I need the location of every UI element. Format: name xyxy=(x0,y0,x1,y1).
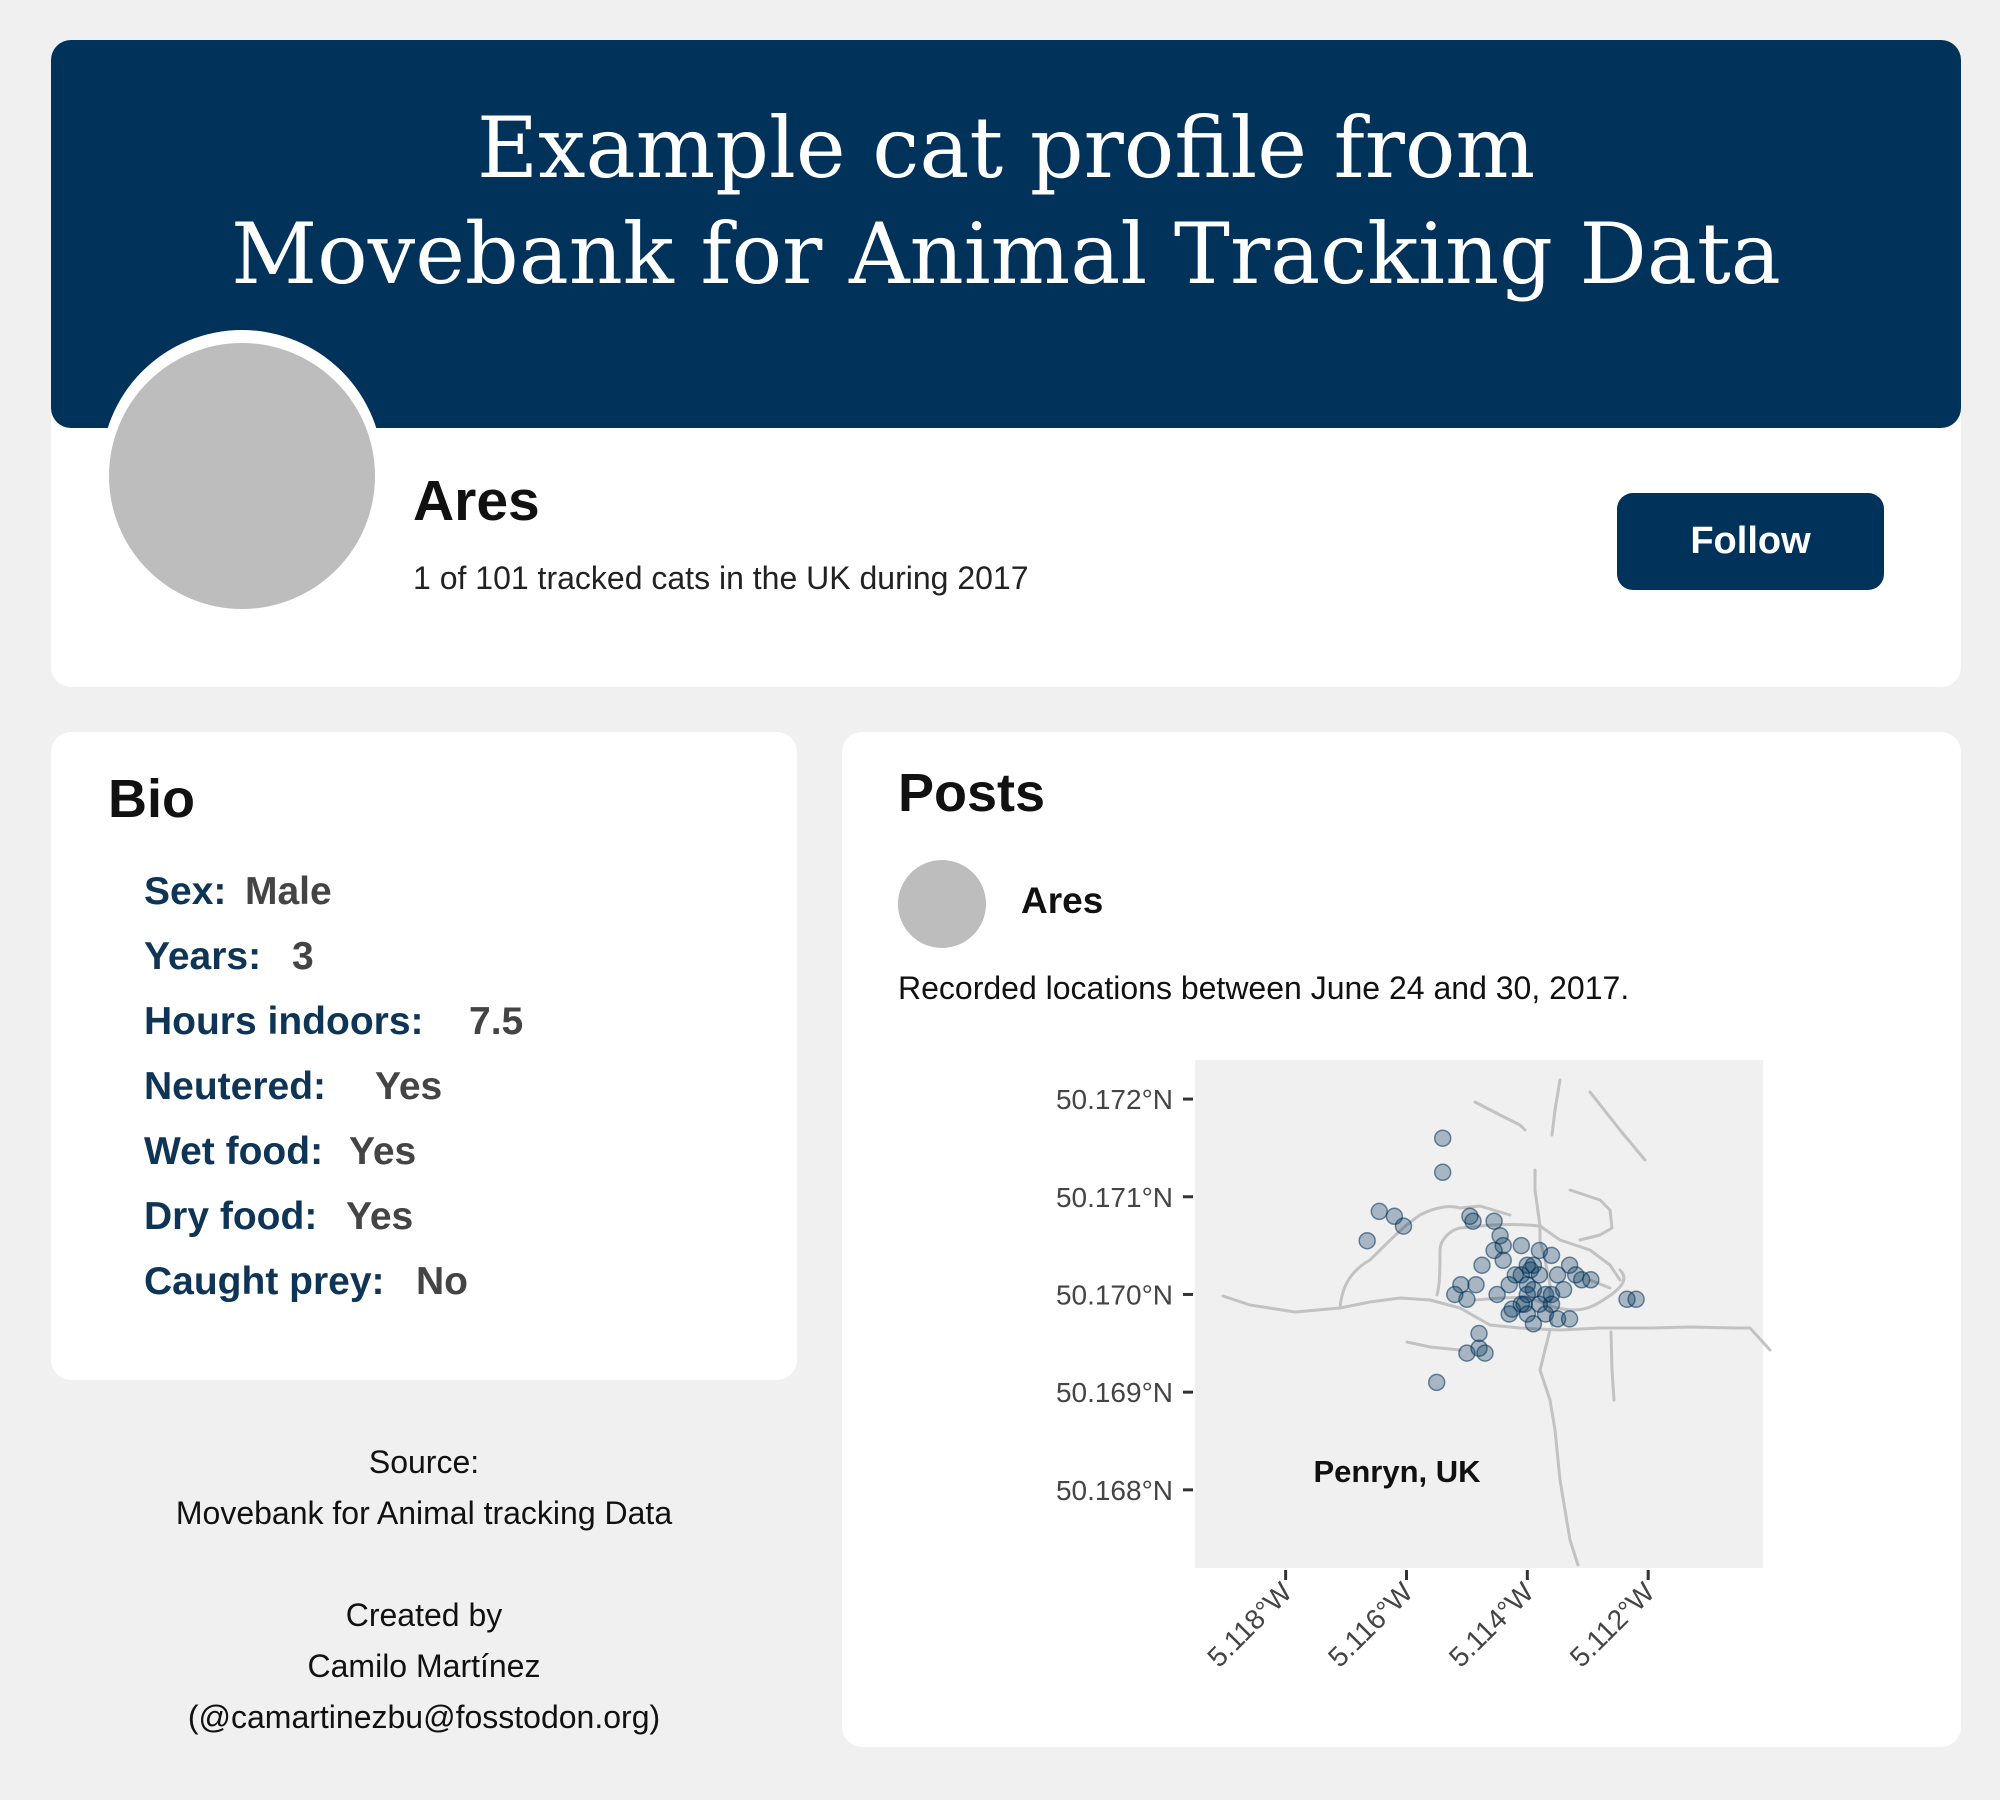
x-tick-label: 5.116°W xyxy=(1322,1576,1419,1673)
x-axis: 5.118°W 5.116°W 5.114°W 5.112°W xyxy=(1201,1570,1661,1673)
location-point xyxy=(1512,1236,1531,1255)
location-point xyxy=(1488,1285,1506,1304)
location-point xyxy=(1542,1246,1561,1265)
location-point xyxy=(1560,1310,1579,1328)
map-annotation: Penryn, UK xyxy=(1313,1454,1481,1489)
avatar[interactable] xyxy=(109,343,375,609)
location-point xyxy=(1464,1212,1482,1230)
source-label: Source: xyxy=(368,1444,480,1480)
posts-heading: Posts xyxy=(898,763,1046,823)
y-tick-label: 50.168°N xyxy=(1056,1475,1173,1506)
location-point xyxy=(1358,1231,1376,1250)
location-point xyxy=(1542,1295,1561,1313)
page-title: Example cat profile from Movebank for An… xyxy=(51,95,1961,307)
post-avatar[interactable] xyxy=(898,860,986,948)
page-title-line-2: Movebank for Animal Tracking Data xyxy=(231,205,1781,303)
bio-value: Male xyxy=(245,870,332,913)
bio-label: Sex: xyxy=(144,870,227,913)
bio-label: Wet food: xyxy=(144,1130,324,1173)
credits: Source: Movebank for Animal tracking Dat… xyxy=(51,1437,797,1743)
location-point xyxy=(1370,1202,1389,1221)
bio-row-sex: Sex: Male xyxy=(144,870,332,920)
y-tick-label: 50.171°N xyxy=(1056,1182,1173,1213)
location-point xyxy=(1473,1256,1491,1274)
location-point xyxy=(1494,1251,1512,1270)
x-tick-label: 5.118°W xyxy=(1201,1576,1298,1673)
created-by-label: Created by xyxy=(345,1597,503,1633)
bio-heading: Bio xyxy=(108,769,195,829)
y-tick-label: 50.170°N xyxy=(1056,1279,1173,1310)
location-point xyxy=(1433,1163,1452,1182)
bio-label: Hours indoors: xyxy=(144,1000,424,1043)
bio-row-wet-food: Wet food: Yes xyxy=(144,1130,416,1180)
credits-spacer xyxy=(51,1539,797,1590)
y-tick-label: 50.172°N xyxy=(1056,1084,1173,1115)
bio-value: No xyxy=(416,1260,468,1303)
location-point xyxy=(1627,1290,1645,1309)
location-point xyxy=(1394,1217,1413,1235)
y-tick-label: 50.169°N xyxy=(1056,1377,1173,1408)
map-panel xyxy=(1195,1060,1763,1568)
bio-label: Neutered: xyxy=(144,1065,327,1108)
location-point xyxy=(1476,1344,1494,1362)
profile-subtitle: 1 of 101 tracked cats in the UK during 2… xyxy=(413,560,1029,596)
location-point xyxy=(1458,1290,1476,1309)
bio-label: Dry food: xyxy=(144,1195,318,1238)
author-name: Camilo Martínez xyxy=(307,1648,541,1684)
x-tick-label: 5.112°W xyxy=(1564,1576,1661,1673)
location-point xyxy=(1470,1324,1488,1343)
post-author[interactable]: Ares xyxy=(1021,880,1103,922)
location-point xyxy=(1512,1295,1531,1313)
source-name: Movebank for Animal tracking Data xyxy=(175,1495,673,1531)
location-point xyxy=(1433,1129,1452,1147)
bio-value: 3 xyxy=(292,935,314,978)
bio-row-years: Years: 3 xyxy=(144,935,314,985)
location-point xyxy=(1467,1275,1485,1294)
bio-value: Yes xyxy=(349,1130,417,1173)
location-point xyxy=(1521,1261,1540,1279)
x-tick-label: 5.114°W xyxy=(1443,1576,1540,1673)
location-point xyxy=(1518,1275,1537,1294)
location-point xyxy=(1485,1212,1503,1230)
y-axis: 50.172°N 50.171°N 50.170°N 50.169°N 50.168°N xyxy=(1056,1084,1193,1506)
location-point xyxy=(1554,1280,1573,1299)
location-point xyxy=(1582,1271,1600,1289)
bio-label: Years: xyxy=(144,935,262,978)
bio-value: 7.5 xyxy=(469,1000,524,1043)
bio-value: Yes xyxy=(375,1065,443,1108)
follow-button[interactable]: Follow xyxy=(1617,493,1884,590)
bio-row-neutered: Neutered: Yes xyxy=(144,1065,442,1115)
bio-row-caught-prey: Caught prey: No xyxy=(144,1260,468,1310)
author-handle[interactable]: (@camartinezbu@fosstodon.org) xyxy=(51,1692,797,1743)
bio-row-dry-food: Dry food: Yes xyxy=(144,1195,413,1245)
page-title-line-1: Example cat profile from xyxy=(476,99,1536,197)
post-text: Recorded locations between June 24 and 3… xyxy=(898,970,1630,1006)
profile-name: Ares xyxy=(413,469,540,533)
location-point xyxy=(1427,1373,1446,1392)
bio-row-hours-indoors: Hours indoors: 7.5 xyxy=(144,1000,523,1050)
location-map: 50.172°N 50.171°N 50.170°N 50.169°N 50.168°N… xyxy=(1056,1060,1772,1673)
location-point xyxy=(1458,1344,1476,1362)
bio-value: Yes xyxy=(346,1195,414,1238)
bio-label: Caught prey: xyxy=(144,1260,385,1303)
